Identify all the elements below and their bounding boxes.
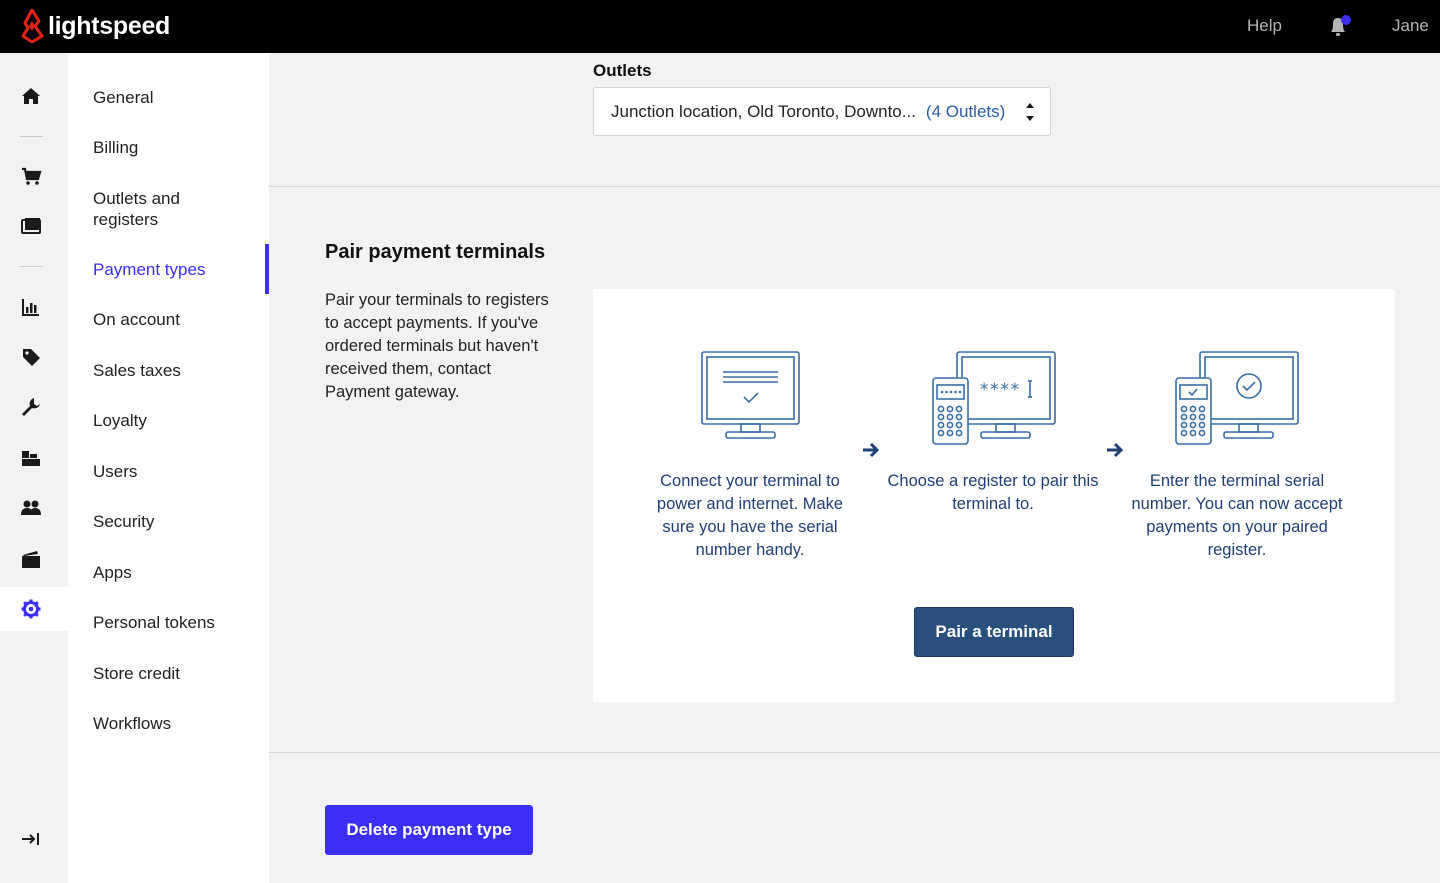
- catalog-nav[interactable]: [0, 335, 68, 379]
- settings-subnav: General Billing Outlets and registers Pa…: [68, 53, 269, 883]
- subnav-item-on-account[interactable]: On account: [93, 309, 269, 330]
- main-content: Outlets Junction location, Old Toronto, …: [269, 53, 1440, 883]
- section-divider: [269, 186, 1440, 187]
- subnav-item-general[interactable]: General: [93, 87, 269, 108]
- subnav-item-apps[interactable]: Apps: [93, 562, 269, 583]
- cart-icon: [22, 167, 42, 185]
- svg-text:****: ****: [979, 380, 1020, 400]
- home-icon: [22, 88, 40, 104]
- reports-icon: [22, 299, 39, 316]
- paired-register-illustration: [1175, 351, 1299, 445]
- subnav-item-personal-tokens[interactable]: Personal tokens: [93, 612, 269, 633]
- ecommerce-nav[interactable]: [0, 537, 68, 581]
- customers-icon: [21, 500, 41, 515]
- arrow-right-icon: [863, 442, 880, 458]
- pair-terminal-card: Connect your terminal to power and inter…: [593, 289, 1395, 702]
- collapse-nav[interactable]: [0, 817, 68, 861]
- register-pin-illustration: ****: [932, 351, 1056, 445]
- subnav-item-loyalty[interactable]: Loyalty: [93, 410, 269, 431]
- outlets-value: Junction location, Old Toronto, Downto..…: [611, 101, 916, 121]
- tag-icon: [23, 349, 40, 366]
- inventory-icon: [22, 451, 40, 466]
- subnav-item-workflows[interactable]: Workflows: [93, 713, 269, 734]
- flame-icon: [21, 9, 44, 43]
- settings-icon: [21, 599, 41, 619]
- step-3-text: Enter the terminal serial number. You ca…: [1131, 472, 1343, 559]
- outlets-count: (4 Outlets): [925, 101, 1006, 121]
- subnav-item-outlets-registers[interactable]: Outlets and registers: [93, 188, 203, 230]
- step-2-text: Choose a register to pair this terminal …: [887, 472, 1099, 513]
- subnav-item-users[interactable]: Users: [93, 461, 269, 482]
- top-bar: lightspeed Help Jane: [0, 0, 1440, 53]
- subnav-item-sales-taxes[interactable]: Sales taxes: [93, 360, 269, 381]
- outlets-label: Outlets: [593, 61, 652, 80]
- collapse-icon: [22, 833, 39, 845]
- terminal-monitor-illustration: [701, 351, 800, 439]
- folder-icon: [22, 551, 40, 568]
- register-icon: [21, 218, 41, 234]
- notifications-bell[interactable]: [1327, 14, 1353, 38]
- icon-rail: [0, 53, 68, 883]
- user-menu[interactable]: Jane: [1392, 16, 1429, 36]
- section-title: Pair payment terminals: [325, 241, 546, 263]
- subnav-item-payment-types[interactable]: Payment types: [93, 259, 269, 280]
- home-nav[interactable]: [0, 74, 68, 118]
- subnav-item-billing[interactable]: Billing: [93, 137, 269, 158]
- lightspeed-logo[interactable]: lightspeed: [20, 9, 170, 43]
- arrow-right-icon: [1107, 442, 1124, 458]
- outlets-select[interactable]: Junction location, Old Toronto, Downto..…: [593, 87, 1051, 136]
- wrench-icon: [22, 398, 40, 416]
- sell-nav[interactable]: [0, 154, 68, 198]
- register-nav[interactable]: [0, 204, 68, 248]
- rail-divider: [20, 136, 43, 137]
- section-divider: [269, 752, 1440, 753]
- customers-nav[interactable]: [0, 486, 68, 530]
- subnav-item-store-credit[interactable]: Store credit: [93, 663, 269, 684]
- rail-divider: [20, 266, 43, 267]
- subnav-item-security[interactable]: Security: [93, 511, 269, 532]
- select-arrows-icon: [1026, 103, 1034, 121]
- settings-nav[interactable]: [0, 587, 68, 631]
- brand-name: lightspeed: [48, 11, 171, 40]
- pair-terminal-button[interactable]: Pair a terminal: [914, 607, 1074, 657]
- section-description: Pair your terminals to registers to acce…: [325, 291, 549, 401]
- inventory-nav[interactable]: [0, 436, 68, 480]
- step-1-text: Connect your terminal to power and inter…: [656, 472, 844, 559]
- reports-nav[interactable]: [0, 285, 68, 329]
- bell-icon: [1331, 15, 1351, 36]
- delete-payment-type-button[interactable]: Delete payment type: [325, 805, 533, 855]
- help-link[interactable]: Help: [1247, 16, 1282, 36]
- setup-nav[interactable]: [0, 385, 68, 429]
